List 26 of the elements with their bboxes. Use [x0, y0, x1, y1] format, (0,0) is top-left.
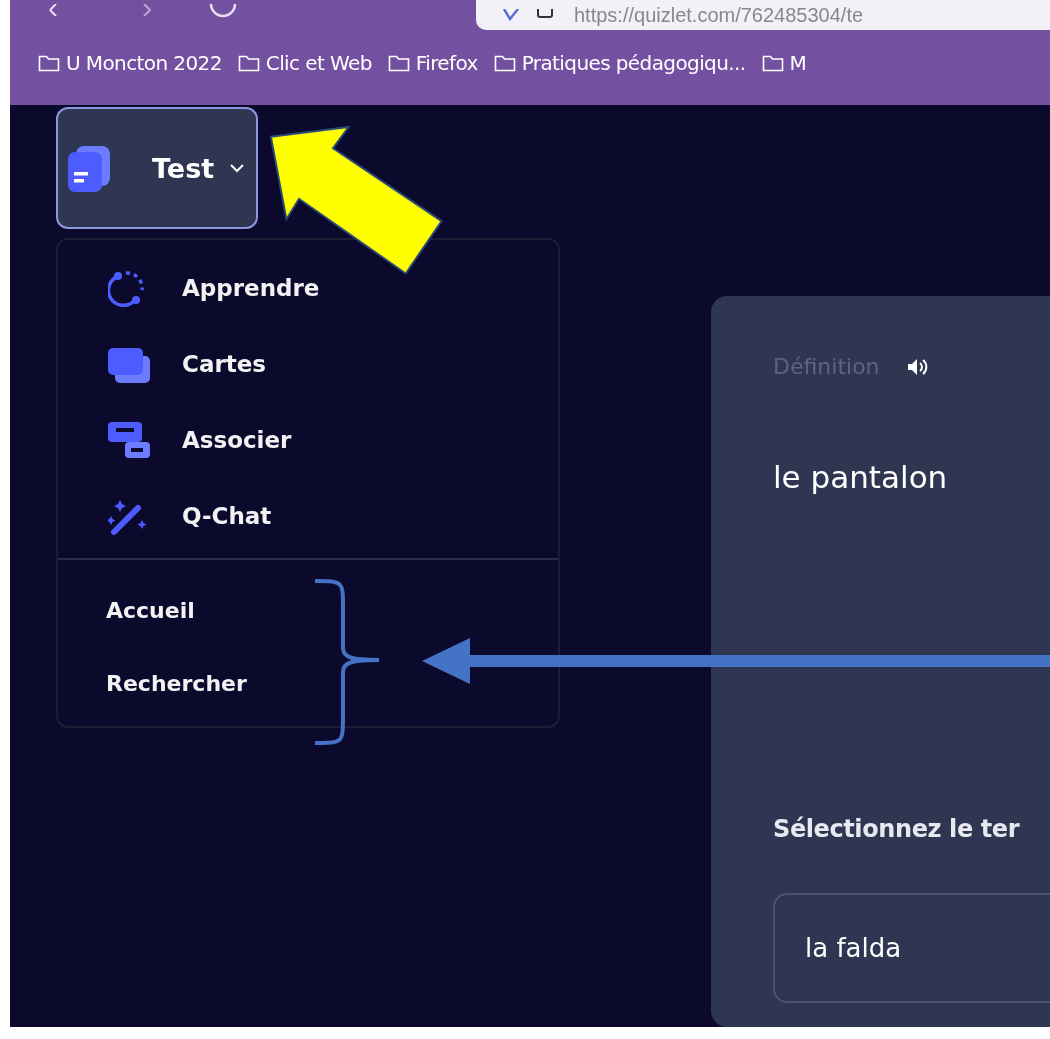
document-icon — [66, 144, 112, 192]
prompt-text: Sélectionnez le ter — [773, 815, 1021, 843]
bookmark-folder[interactable]: Clic et Web — [237, 51, 372, 75]
speaker-icon[interactable] — [905, 356, 928, 377]
menu-item[interactable]: Q-Chat — [108, 494, 558, 538]
bookmark-folder[interactable]: M — [761, 51, 807, 75]
answer-option[interactable]: la falda — [773, 893, 1050, 1003]
term-text: le pantalon — [773, 459, 949, 495]
menu-item[interactable]: Associer — [108, 418, 558, 462]
folder-icon — [38, 54, 60, 72]
url-text: https://quizlet.com/762485304/te — [574, 3, 864, 27]
reload-icon[interactable] — [208, 4, 238, 18]
set-menu-button[interactable]: Test — [56, 107, 258, 229]
folder-icon — [761, 54, 784, 72]
menu-link[interactable]: Accueil — [106, 598, 558, 623]
bookmark-folder[interactable]: Firefox — [387, 51, 478, 75]
menu-item[interactable]: Cartes — [108, 342, 558, 386]
folder-icon — [493, 54, 516, 72]
bookmark-folder[interactable]: U Moncton 2022 — [38, 51, 222, 75]
menu-item[interactable]: Apprendre — [108, 266, 558, 310]
folder-icon — [237, 54, 260, 72]
chevron-icon — [230, 163, 245, 173]
folder-icon — [387, 54, 410, 72]
match-icon — [108, 420, 152, 460]
menu-link[interactable]: Rechercher — [106, 671, 558, 696]
bookmark-folder[interactable]: Pratiques pédagogiqu... — [493, 51, 746, 75]
